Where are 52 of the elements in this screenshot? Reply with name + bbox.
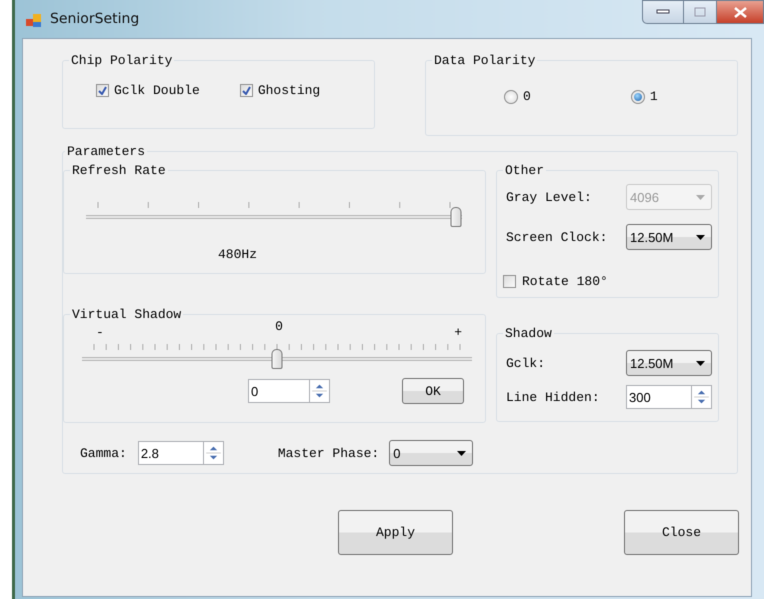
dropdown[interactable]: 12.50M <box>626 224 712 250</box>
checkbox-label[interactable]: Gclk Double <box>114 83 200 98</box>
ok-button[interactable]: OK <box>402 378 464 404</box>
close-icon <box>734 6 746 18</box>
spin-field[interactable]: 2.8 <box>138 441 204 465</box>
group-title: Data Polarity <box>433 53 536 68</box>
group-title: Refresh Rate <box>71 163 167 178</box>
dialog-button[interactable]: Apply <box>338 510 453 555</box>
window-title: SeniorSeting <box>50 11 140 27</box>
radio-label[interactable]: 0 <box>523 89 531 104</box>
field-label: Gamma: <box>80 446 127 460</box>
radio-button[interactable] <box>504 90 518 104</box>
caret-icon <box>696 194 705 200</box>
field-label: Gray Level: <box>506 190 592 204</box>
spin-arrows-icon[interactable] <box>692 385 712 409</box>
checkbox[interactable] <box>96 84 109 97</box>
spin-arrows-icon[interactable] <box>310 379 330 403</box>
field-label: Master Phase: <box>278 446 380 460</box>
group-title: Chip Polarity <box>70 53 174 68</box>
slider-thumb[interactable] <box>272 349 282 369</box>
slider-value: 0 <box>275 319 283 336</box>
caret-icon <box>457 450 466 456</box>
group-title: Parameters <box>66 144 146 159</box>
dropdown[interactable]: 12.50M <box>626 350 712 376</box>
checkbox-label[interactable]: Ghosting <box>258 83 320 98</box>
dialog-button[interactable]: Close <box>624 510 739 555</box>
maximize-icon <box>694 7 706 17</box>
slider-thumb[interactable] <box>450 207 462 227</box>
app-icon <box>26 14 41 27</box>
spin-field[interactable]: 0 <box>248 379 310 403</box>
field-label: Gclk: <box>506 356 546 370</box>
spin-arrows-icon[interactable] <box>204 441 224 465</box>
dropdown[interactable]: 0 <box>389 440 474 466</box>
plus-label: + <box>454 325 462 340</box>
checkbox-label[interactable]: Rotate 180° <box>522 274 608 289</box>
group-title: Other <box>504 163 546 178</box>
slider-reading: 480Hz <box>218 247 258 262</box>
caret-icon <box>696 360 705 366</box>
checkbox[interactable] <box>240 84 253 97</box>
radio-button[interactable] <box>630 90 645 104</box>
checkbox[interactable] <box>503 275 516 288</box>
caret-icon <box>696 234 705 240</box>
spin-field[interactable]: 300 <box>626 385 692 409</box>
radio-label[interactable]: 1 <box>650 89 658 104</box>
group-title: Virtual Shadow <box>71 307 182 322</box>
minus-label: - <box>96 325 104 340</box>
close-button[interactable] <box>717 0 764 24</box>
field-label: Screen Clock: <box>506 230 608 244</box>
minimize-icon <box>656 9 670 15</box>
minimize-button[interactable] <box>642 0 684 24</box>
group-title: Shadow <box>504 326 553 341</box>
field-label: Line Hidden: <box>506 390 600 404</box>
